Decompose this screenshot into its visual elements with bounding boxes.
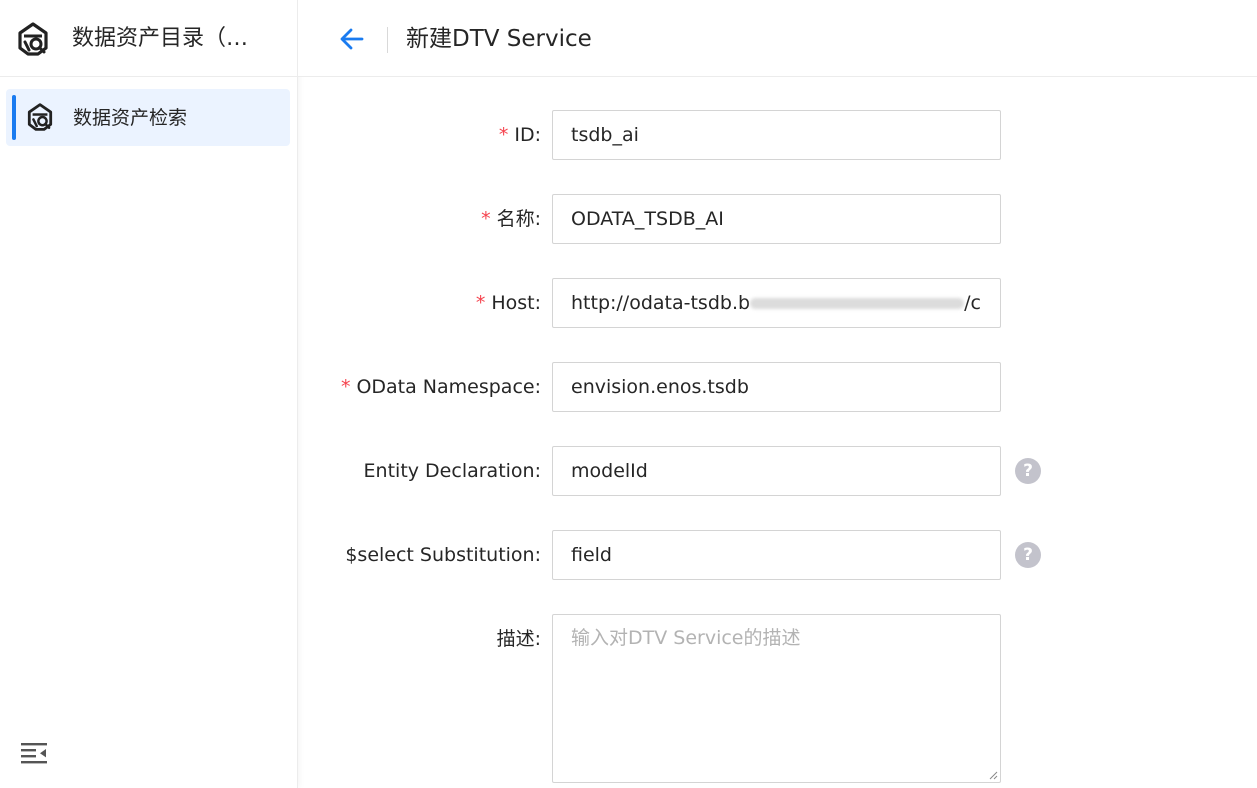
id-input[interactable]: tsdb_ai [552,110,1001,160]
name-label: * 名称: [481,208,541,230]
required-mark: * [475,292,486,314]
page-title: 新建DTV Service [406,26,592,52]
active-indicator [12,95,16,140]
logo-icon [18,22,48,56]
resize-grip-icon[interactable] [988,770,998,780]
app-title: 数据资产目录（… [72,26,249,51]
description-label: 描述: [496,628,541,650]
host-value-end: /c [964,292,981,314]
redacted-text [750,298,965,309]
page-header: 新建DTV Service [298,0,1257,77]
select-substitution-input[interactable]: field [552,530,1001,580]
id-label: * ID: [498,124,541,146]
description-placeholder: 输入对DTV Service的描述 [571,627,801,649]
select-substitution-label: $select Substitution: [345,544,541,566]
arrow-left-icon[interactable] [338,25,366,53]
description-textarea[interactable]: 输入对DTV Service的描述 [552,614,1001,783]
required-mark: * [340,376,351,398]
help-icon[interactable]: ? [1015,542,1041,568]
namespace-label: * OData Namespace: [340,376,541,398]
entity-declaration-input[interactable]: modelId [552,446,1001,496]
sidebar-header: 数据资产目录（… [0,0,297,77]
header-divider [387,27,388,53]
sidebar-item-asset-search[interactable]: 数据资产检索 [6,89,290,146]
name-input[interactable]: ODATA_TSDB_AI [552,194,1001,244]
namespace-input[interactable]: envision.enos.tsdb [552,362,1001,412]
help-icon[interactable]: ? [1015,458,1041,484]
required-mark: * [481,208,491,230]
required-mark: * [498,124,509,146]
host-value-start: http://odata-tsdb.b [571,292,751,314]
menu-collapse-icon[interactable] [21,741,47,765]
sidebar-item-label: 数据资产检索 [73,107,188,129]
entity-declaration-label: Entity Declaration: [363,460,541,482]
sidebar: 数据资产目录（… 数据资产检索 [0,0,298,788]
host-input[interactable]: http://odata-tsdb.b/c [552,278,1001,328]
logo-icon [27,103,53,131]
host-label: * Host: [475,292,541,314]
